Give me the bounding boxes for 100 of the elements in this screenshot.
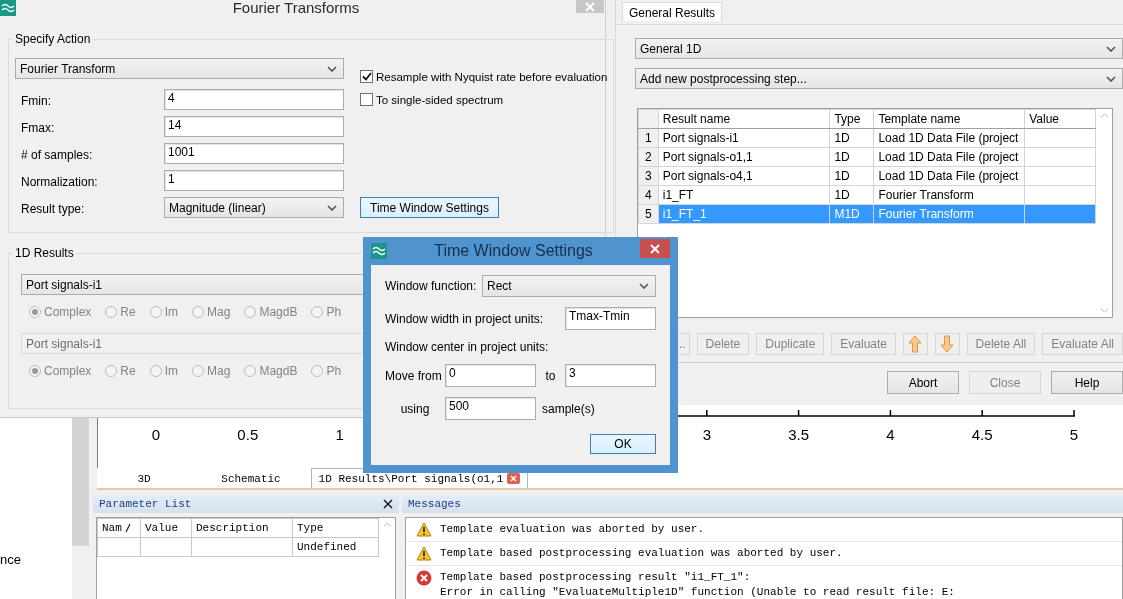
message-text: Template based postprocessing result "i1_FT_1": Error in calling "EvaluateMultiple1D" function (Unable to read result file: E:	[440, 570, 955, 599]
close-button[interactable]	[640, 239, 670, 258]
radio-button[interactable]	[29, 306, 41, 318]
input-field[interactable]: 0	[445, 364, 536, 387]
chevron-down-icon	[1106, 45, 1116, 52]
column-header[interactable]: Result name	[658, 109, 830, 129]
input-field[interactable]: 4	[164, 89, 344, 110]
table-cell[interactable]: Port signals-i1	[658, 128, 830, 148]
input-field[interactable]: 1	[164, 170, 344, 191]
window-function-dropdown[interactable]: Rect	[482, 275, 656, 297]
column-header[interactable]: Type	[829, 109, 874, 129]
ok-button[interactable]: OK	[590, 434, 656, 454]
check-icon	[361, 72, 372, 81]
table-cell[interactable]: 1D	[829, 185, 874, 205]
column-header[interactable]: Value	[1024, 109, 1096, 129]
close-icon[interactable]	[383, 499, 393, 509]
table-cell[interactable]: 1D	[829, 128, 874, 148]
table-cell: Undefined	[292, 537, 379, 557]
action-button[interactable]: Abort	[887, 371, 959, 394]
axis-tick-label: 0.5	[237, 426, 259, 443]
axis-tick-label: 5	[1069, 426, 1079, 443]
column-header[interactable]: Value	[140, 518, 192, 538]
tab[interactable]: General Results	[622, 2, 723, 21]
category-dropdown[interactable]: General 1D	[635, 38, 1123, 59]
input-field[interactable]: Tmax-Tmin	[565, 307, 656, 330]
radio-button[interactable]	[105, 306, 118, 318]
column-header[interactable]: Type	[292, 518, 379, 538]
chevron-down-icon	[639, 283, 649, 289]
view-tab[interactable]: Schematic	[195, 469, 311, 488]
chevron-down-icon	[1106, 75, 1116, 82]
axis-tick-label: 0	[151, 426, 161, 443]
input-field[interactable]: 3	[565, 364, 656, 387]
axis-tick-label: 3	[702, 426, 711, 443]
table-cell[interactable]: Fourier Transform	[873, 185, 1025, 205]
radio-option[interactable]: Im	[149, 305, 179, 319]
window-title: Fourier Transforms	[231, 0, 361, 16]
message-text: Template evaluation was aborted by user.	[440, 522, 705, 537]
time-window-button[interactable]: Time Window Settings	[360, 197, 499, 218]
warning-icon	[416, 522, 432, 537]
chevron-down-icon	[327, 65, 337, 72]
table-cell[interactable]: 1D	[829, 147, 874, 167]
app-icon	[0, 0, 16, 16]
field-label: Window width in project units:	[385, 311, 545, 326]
window-title: Time Window Settings	[433, 242, 594, 260]
input-field[interactable]: 14	[164, 116, 344, 137]
axis-tick-label: 4.5	[971, 426, 993, 443]
field-label: Window function:	[385, 279, 478, 293]
column-header[interactable]: Description	[191, 518, 293, 538]
panel-title: Parameter List	[99, 498, 192, 510]
field-label: Window center in project units:	[385, 340, 549, 354]
field-label: Move from	[385, 368, 443, 383]
view-tab[interactable]: 3D	[97, 469, 195, 488]
close-icon	[650, 243, 660, 254]
checkbox[interactable]	[360, 70, 373, 83]
field-label: Normalization:	[20, 174, 99, 189]
radio-button[interactable]	[149, 306, 162, 318]
radio-button[interactable]	[311, 306, 324, 318]
checkbox[interactable]	[360, 93, 373, 106]
table-cell[interactable]: Load 1D Data File (project	[873, 166, 1025, 186]
result-type-dropdown[interactable]: Magnitude (linear)	[164, 197, 344, 218]
column-header[interactable]: Nam	[97, 518, 141, 538]
panel-text: nce	[0, 552, 21, 567]
input-field[interactable]: 1001	[164, 143, 344, 164]
field-label: Fmax:	[20, 120, 56, 135]
column-header[interactable]: Template name	[873, 109, 1025, 129]
step-dropdown[interactable]: Add new postprocessing step...	[635, 68, 1123, 89]
table-cell[interactable]: 1D	[829, 166, 874, 186]
radio-button[interactable]	[192, 306, 205, 318]
error-icon	[416, 570, 432, 586]
table-cell[interactable]: Port signals-o1,1	[658, 147, 830, 167]
panel-title: Messages	[408, 498, 461, 510]
close-icon	[585, 1, 595, 12]
action-button[interactable]: Help	[1051, 371, 1123, 394]
radio-button[interactable]	[244, 306, 257, 318]
table-cell[interactable]: Load 1D Data File (project	[873, 128, 1025, 148]
message-text: Template based postprocessing evaluation was aborted by user.	[440, 546, 843, 561]
app-icon	[371, 243, 387, 259]
field-label: Fmin:	[20, 93, 52, 108]
sort-icon	[124, 523, 131, 533]
unit-label: sample(s)	[542, 401, 595, 416]
chevron-down-icon	[327, 204, 337, 211]
field-label: using	[399, 401, 431, 416]
table-cell[interactable]: Port signals-o4,1	[658, 166, 830, 186]
scroll-down-icon[interactable]	[1099, 308, 1109, 313]
table-cell[interactable]: Load 1D Data File (project	[873, 147, 1025, 167]
axis-tick-label: 4	[886, 426, 895, 443]
group-title: Specify Action	[14, 32, 92, 46]
table-cell[interactable]: i1_FT	[658, 185, 830, 205]
axis-tick-label: 3.5	[788, 426, 809, 443]
scroll-up-icon[interactable]	[382, 522, 392, 527]
field-label: # of samples:	[20, 147, 94, 162]
action-dropdown[interactable]: Fourier Transform	[15, 58, 344, 79]
checkbox-option[interactable]: Resample with Nyquist rate before evaluation	[360, 70, 608, 83]
warning-icon	[416, 546, 432, 561]
scrollbar[interactable]	[72, 418, 89, 546]
checkbox-option[interactable]: To single-sided spectrum	[360, 93, 608, 106]
field-label: to	[544, 368, 557, 383]
input-field[interactable]: 500	[445, 397, 536, 420]
radio-option[interactable]: MagdB	[244, 305, 298, 319]
scroll-up-icon[interactable]	[1099, 113, 1109, 118]
